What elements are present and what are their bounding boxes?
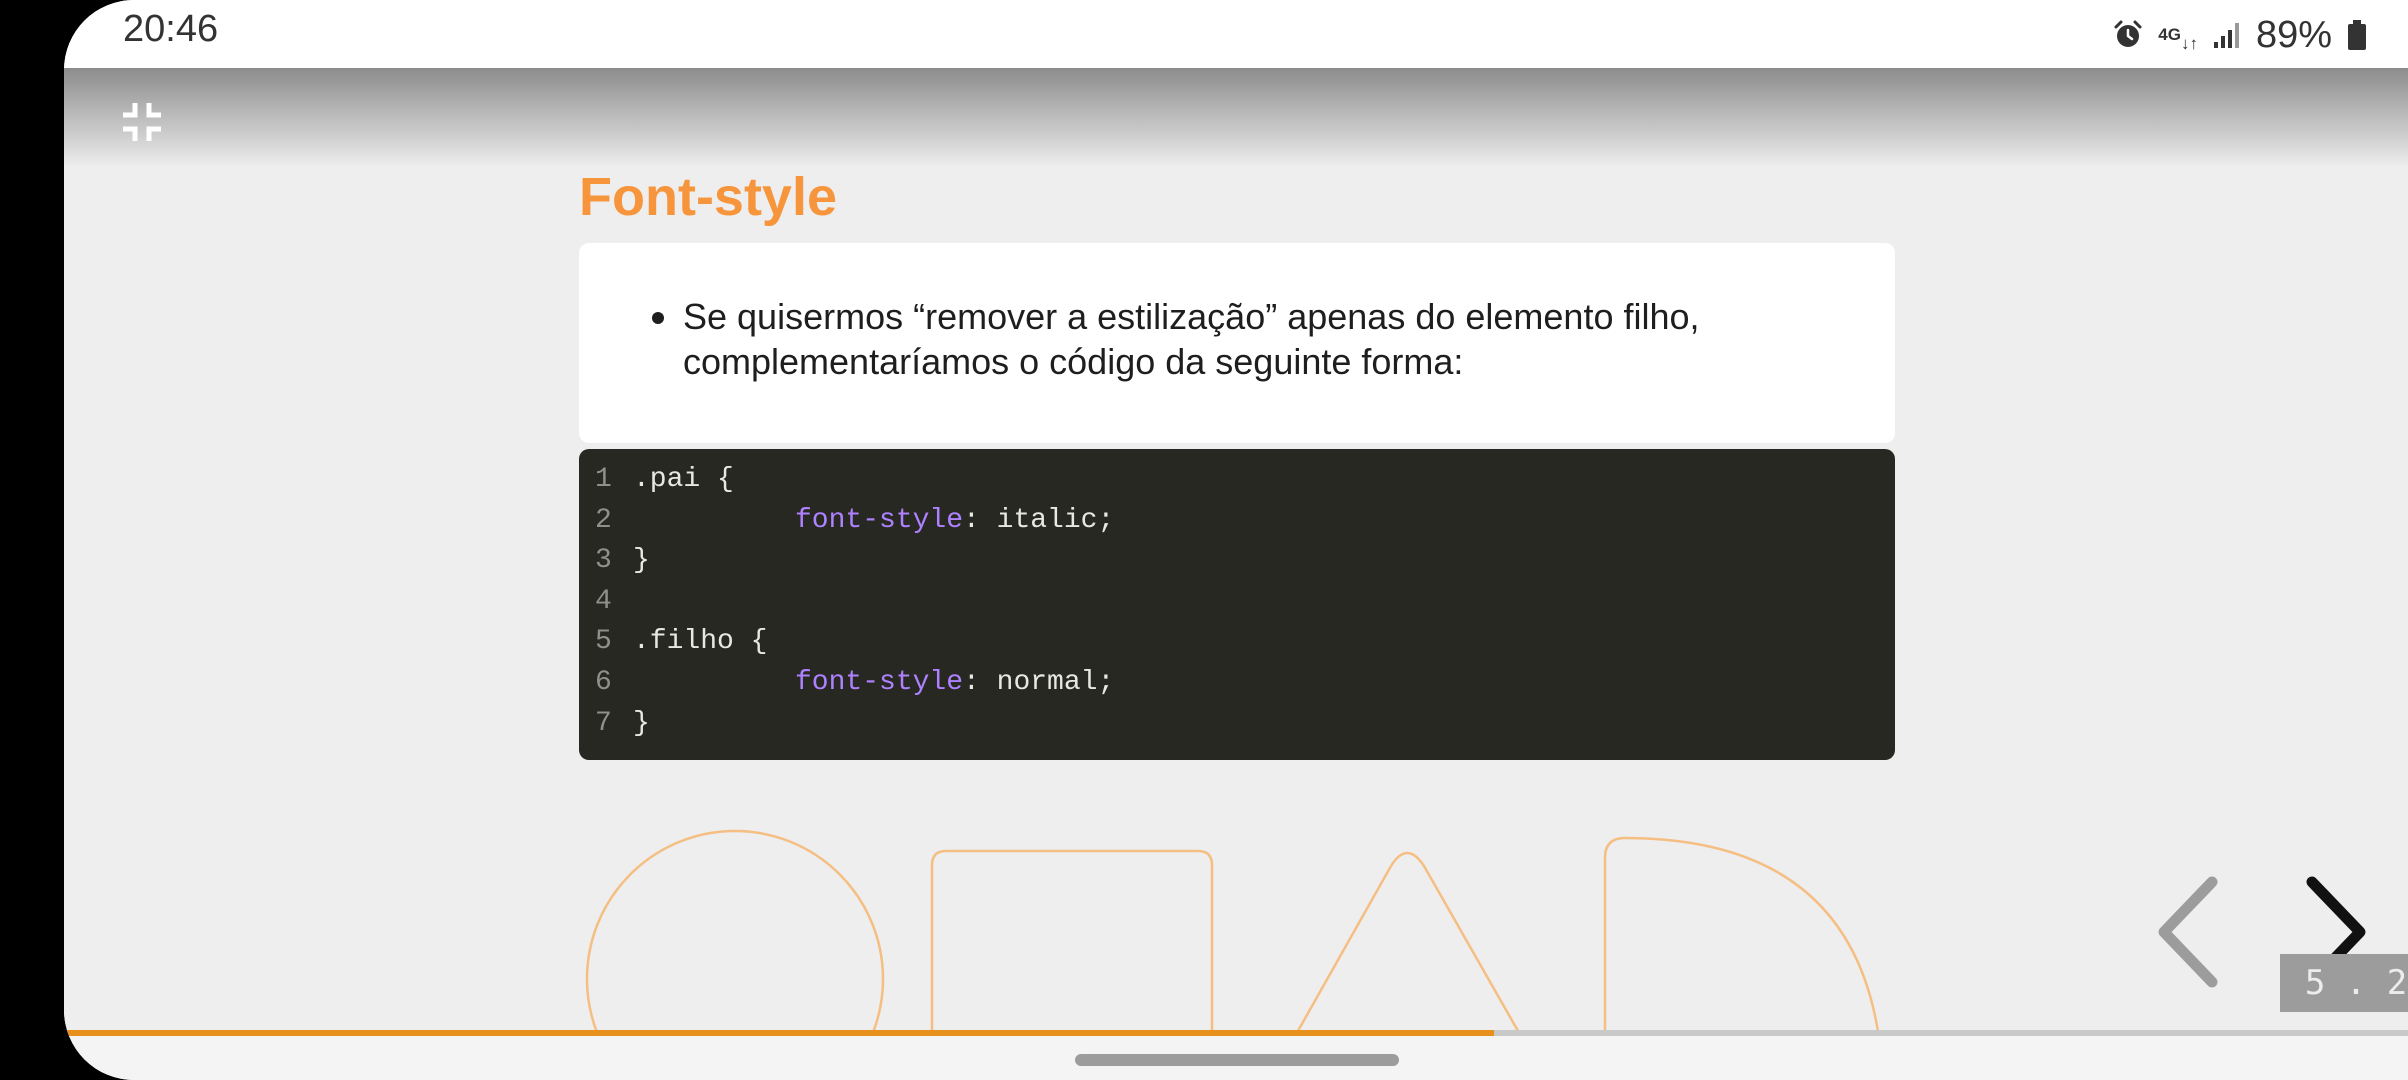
signal-icon — [2212, 20, 2242, 50]
status-time: 20:46 — [123, 8, 219, 50]
prev-slide-button[interactable] — [2142, 872, 2238, 992]
battery-percentage: 89% — [2255, 13, 2332, 56]
home-gesture-bar[interactable] — [1075, 1054, 1399, 1066]
decor-quarter-circle — [1603, 836, 1880, 1036]
status-bar: 20:46 4G ↓↑ 89% — [64, 0, 2408, 68]
status-icons: 4G ↓↑ 89% — [2112, 10, 2368, 60]
network-4g-icon: 4G ↓↑ — [2158, 25, 2198, 53]
alarm-icon — [2112, 19, 2144, 51]
decorative-shapes — [585, 829, 1880, 1036]
slide-area: Font-style Se quisermos “remover a estil… — [64, 68, 2408, 1038]
chevron-left-icon — [2158, 876, 2218, 988]
decor-circle — [585, 829, 885, 1036]
decor-square — [930, 849, 1214, 1036]
android-nav-bar — [64, 1036, 2408, 1080]
phone-screen: 20:46 4G ↓↑ 89% Font-style Se quisermos … — [64, 0, 2408, 1080]
decor-triangle — [1293, 851, 1523, 1036]
battery-icon — [2346, 19, 2368, 51]
slide-counter: 5 . 2 — [2280, 954, 2408, 1012]
